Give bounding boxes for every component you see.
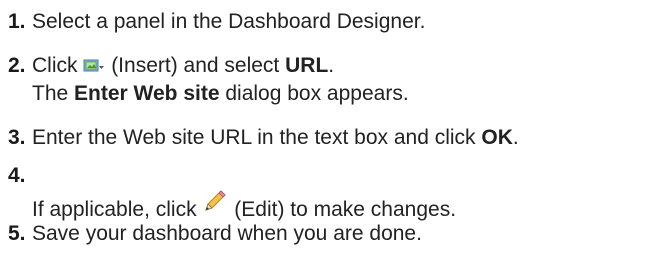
- step-text: Save your dashboard when you are done.: [32, 222, 422, 245]
- url-option-label: URL: [285, 54, 329, 77]
- step-number: 2.: [8, 54, 26, 77]
- step-text-prefix: If applicable, click: [32, 198, 197, 221]
- step-number: 5.: [8, 222, 26, 245]
- dialog-name: Enter Web site: [74, 82, 220, 105]
- result-suffix: dialog box appears.: [225, 82, 409, 105]
- instruction-list: 1. Select a panel in the Dashboard Design…: [0, 0, 668, 253]
- step-number: 1.: [8, 10, 26, 33]
- step-text-suffix: (Edit) to make changes.: [234, 198, 457, 221]
- step-1: 1. Select a panel in the Dashboard Design…: [8, 10, 425, 34]
- step-text-mid: (Insert) and select: [111, 54, 280, 77]
- step-text-prefix: Enter the Web site URL in the text box a…: [32, 126, 476, 149]
- insert-icon: [83, 57, 105, 81]
- step-4-text: If applicable, click (Edit) to make chan…: [32, 188, 456, 222]
- step-2-result: The Enter Web site dialog box appears.: [32, 82, 409, 106]
- step-number: 3.: [8, 126, 26, 149]
- step-3: 3. Enter the Web site URL in the text box…: [8, 126, 519, 150]
- result-prefix: The: [32, 82, 69, 105]
- pencil-edit-icon: [202, 188, 228, 220]
- step-2: 2. Click (Insert) and select URL.: [8, 54, 334, 81]
- step-5: 5. Save your dashboard when you are done.: [8, 222, 422, 246]
- step-4: 4.: [8, 164, 32, 188]
- step-text-prefix: Click: [32, 54, 78, 77]
- step-text-suffix: .: [328, 54, 335, 77]
- ok-button-label: OK: [481, 126, 513, 149]
- step-text: Select a panel in the Dashboard Designer…: [32, 10, 426, 33]
- step-text-suffix: .: [512, 126, 519, 149]
- step-number: 4.: [8, 164, 26, 187]
